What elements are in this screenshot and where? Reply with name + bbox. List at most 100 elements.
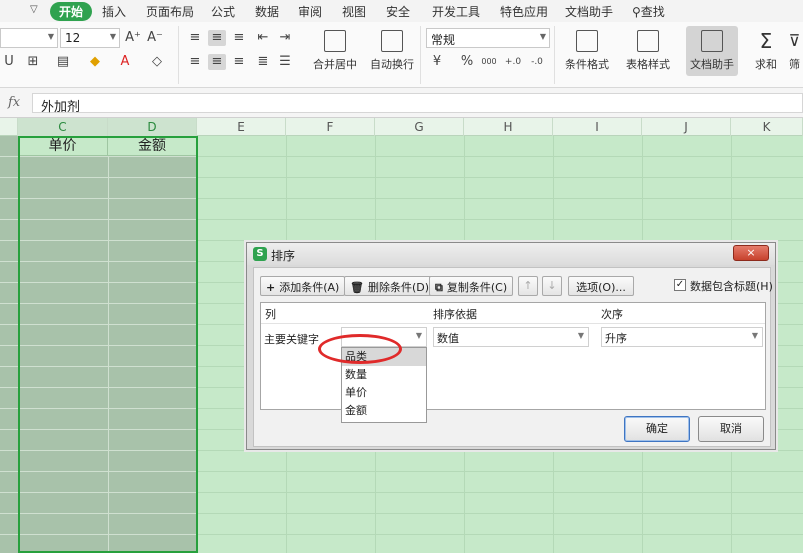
dropdown-option-quantity[interactable]: 数量 xyxy=(342,366,426,384)
add-condition-button[interactable]: + 添加条件(A) xyxy=(260,276,346,296)
fill-style-icon[interactable]: ▤ xyxy=(54,54,72,70)
menu-tab-security[interactable]: 安全 xyxy=(386,3,410,20)
dialog-title-bar[interactable]: S 排序 × xyxy=(247,243,775,265)
sort-on-combo[interactable]: 数值 ▼ xyxy=(433,327,589,347)
column-header-e[interactable]: E xyxy=(197,118,286,136)
move-down-button[interactable]: ↓ xyxy=(542,276,562,296)
filter-button[interactable]: ⊽ 筛 xyxy=(786,30,803,72)
align-center-icon[interactable]: ≡ xyxy=(208,54,226,70)
menu-tab-developer[interactable]: 开发工具 xyxy=(432,3,480,20)
menu-tab-special[interactable]: 特色应用 xyxy=(500,3,548,20)
column-header-g[interactable]: G xyxy=(375,118,464,136)
selection-border xyxy=(18,136,198,553)
chevron-down-icon: ▼ xyxy=(751,331,758,340)
column-header-partial[interactable] xyxy=(0,118,18,136)
cancel-button[interactable]: 取消 xyxy=(698,416,764,442)
indent-decrease-icon[interactable]: ⇤ xyxy=(254,30,272,46)
has-header-checkbox[interactable]: ✓ xyxy=(674,279,686,291)
table-style-button[interactable]: 表格样式 xyxy=(618,30,678,72)
menu-tab-page-layout[interactable]: 页面布局 xyxy=(146,3,194,20)
dialog-title: 排序 xyxy=(271,249,296,263)
menu-tab-formula[interactable]: 公式 xyxy=(211,3,235,20)
arrow-up-icon: ↑ xyxy=(523,279,533,292)
formula-input[interactable]: 外加剂 xyxy=(32,93,803,115)
checkmark-icon: ✓ xyxy=(675,279,685,290)
menu-tab-start[interactable]: 开始 xyxy=(50,2,93,21)
decrease-decimal-icon[interactable]: -.0 xyxy=(528,54,546,70)
dropdown-option-amount[interactable]: 金额 xyxy=(342,402,426,420)
column-header-i[interactable]: I xyxy=(553,118,642,136)
ribbon-separator xyxy=(554,26,555,84)
column-header-k[interactable]: K xyxy=(731,118,803,136)
currency-icon[interactable]: ¥ xyxy=(428,54,446,70)
move-up-button[interactable]: ↑ xyxy=(518,276,538,296)
clear-format-icon[interactable]: ◇ xyxy=(148,54,166,70)
search-icon: ⚲ xyxy=(632,5,641,19)
chevron-down-icon: ▼ xyxy=(415,331,422,340)
menu-search[interactable]: ⚲查找 xyxy=(632,3,665,20)
column-header-h[interactable]: H xyxy=(464,118,553,136)
column-header-j[interactable]: J xyxy=(642,118,731,136)
fx-icon[interactable]: fx xyxy=(8,95,20,110)
thousands-icon[interactable]: 000 xyxy=(480,54,498,70)
chevron-down-icon: ▼ xyxy=(109,32,116,41)
fill-color-icon[interactable]: ◆ xyxy=(86,54,104,70)
sigma-icon: Σ xyxy=(759,29,773,53)
chevron-down-icon: ▼ xyxy=(47,32,54,41)
conditional-format-button[interactable]: 条件格式 xyxy=(560,30,614,72)
menu-tab-data[interactable]: 数据 xyxy=(255,3,279,20)
border-icon[interactable]: ⊞ xyxy=(24,54,42,70)
column-header-d[interactable]: D xyxy=(108,118,197,136)
percent-icon[interactable]: % xyxy=(458,54,476,70)
increase-decimal-icon[interactable]: +.0 xyxy=(504,54,522,70)
menu-tab-doc-helper[interactable]: 文档助手 xyxy=(565,3,613,20)
selected-column-b-partial[interactable] xyxy=(0,136,18,553)
plus-icon: + xyxy=(266,281,276,294)
quick-access-dropdown-icon[interactable]: ▽ xyxy=(30,4,38,15)
ok-button[interactable]: 确定 xyxy=(624,416,690,442)
menu-tab-review[interactable]: 审阅 xyxy=(298,3,322,20)
doc-helper-button[interactable]: 文档助手 xyxy=(686,26,738,76)
has-header-label: 数据包含标题(H) xyxy=(690,280,773,293)
order-combo[interactable]: 升序 ▼ xyxy=(601,327,763,347)
align-top-icon[interactable]: ≡ xyxy=(186,30,204,46)
sum-button[interactable]: Σ 求和 xyxy=(746,30,786,72)
align-right-icon[interactable]: ≡ xyxy=(230,54,248,70)
chevron-down-icon: ▼ xyxy=(539,32,546,41)
align-bottom-icon[interactable]: ≡ xyxy=(230,30,248,46)
ribbon-toolbar: ▼ 12 ▼ A⁺ A⁻ U ⊞ ▤ ◆ A ◇ ≡ ≡ ≡ ⇤ ⇥ ≡ ≡ ≡ … xyxy=(0,22,803,88)
underline-icon[interactable]: U xyxy=(0,54,18,70)
shrink-font-icon[interactable]: A⁻ xyxy=(146,30,164,46)
chevron-down-icon: ▼ xyxy=(577,331,584,340)
column-header-f[interactable]: F xyxy=(286,118,375,136)
list-header-divider xyxy=(261,323,765,324)
delete-condition-button[interactable]: 🗑 删除条件(D) xyxy=(344,276,436,296)
formula-bar: fx 外加剂 xyxy=(0,88,803,118)
dropdown-option-unit-price[interactable]: 单价 xyxy=(342,384,426,402)
column-header-label: 列 xyxy=(265,308,276,321)
sort-on-header-label: 排序依据 xyxy=(433,308,477,321)
wrap-text-button[interactable]: 自动换行 xyxy=(366,30,418,72)
menu-bar: ▽ 开始 插入 页面布局 公式 数据 审阅 视图 安全 开发工具 特色应用 文档… xyxy=(0,0,803,22)
copy-condition-button[interactable]: ⧉ 复制条件(C) xyxy=(429,276,514,296)
font-size-combo[interactable]: 12 ▼ xyxy=(60,28,120,48)
justify-icon[interactable]: ≣ xyxy=(254,54,272,70)
conditional-format-icon xyxy=(576,30,598,52)
options-button[interactable]: 选项(O)... xyxy=(568,276,634,296)
align-left-icon[interactable]: ≡ xyxy=(186,54,204,70)
menu-tab-insert[interactable]: 插入 xyxy=(102,3,126,20)
distribute-icon[interactable]: ☰ xyxy=(276,54,294,70)
number-format-combo[interactable]: 常规 ▼ xyxy=(426,28,550,48)
indent-increase-icon[interactable]: ⇥ xyxy=(276,30,294,46)
merge-center-button[interactable]: 合并居中 xyxy=(306,30,364,72)
close-button[interactable]: × xyxy=(733,245,769,261)
align-middle-icon[interactable]: ≡ xyxy=(208,30,226,46)
trash-icon: 🗑 xyxy=(350,281,364,294)
font-color-icon[interactable]: A xyxy=(116,54,134,70)
ribbon-separator xyxy=(420,26,421,84)
column-header-c[interactable]: C xyxy=(18,118,108,136)
ribbon-separator xyxy=(178,26,179,84)
font-name-combo[interactable]: ▼ xyxy=(0,28,58,48)
menu-tab-view[interactable]: 视图 xyxy=(342,3,366,20)
grow-font-icon[interactable]: A⁺ xyxy=(124,30,142,46)
